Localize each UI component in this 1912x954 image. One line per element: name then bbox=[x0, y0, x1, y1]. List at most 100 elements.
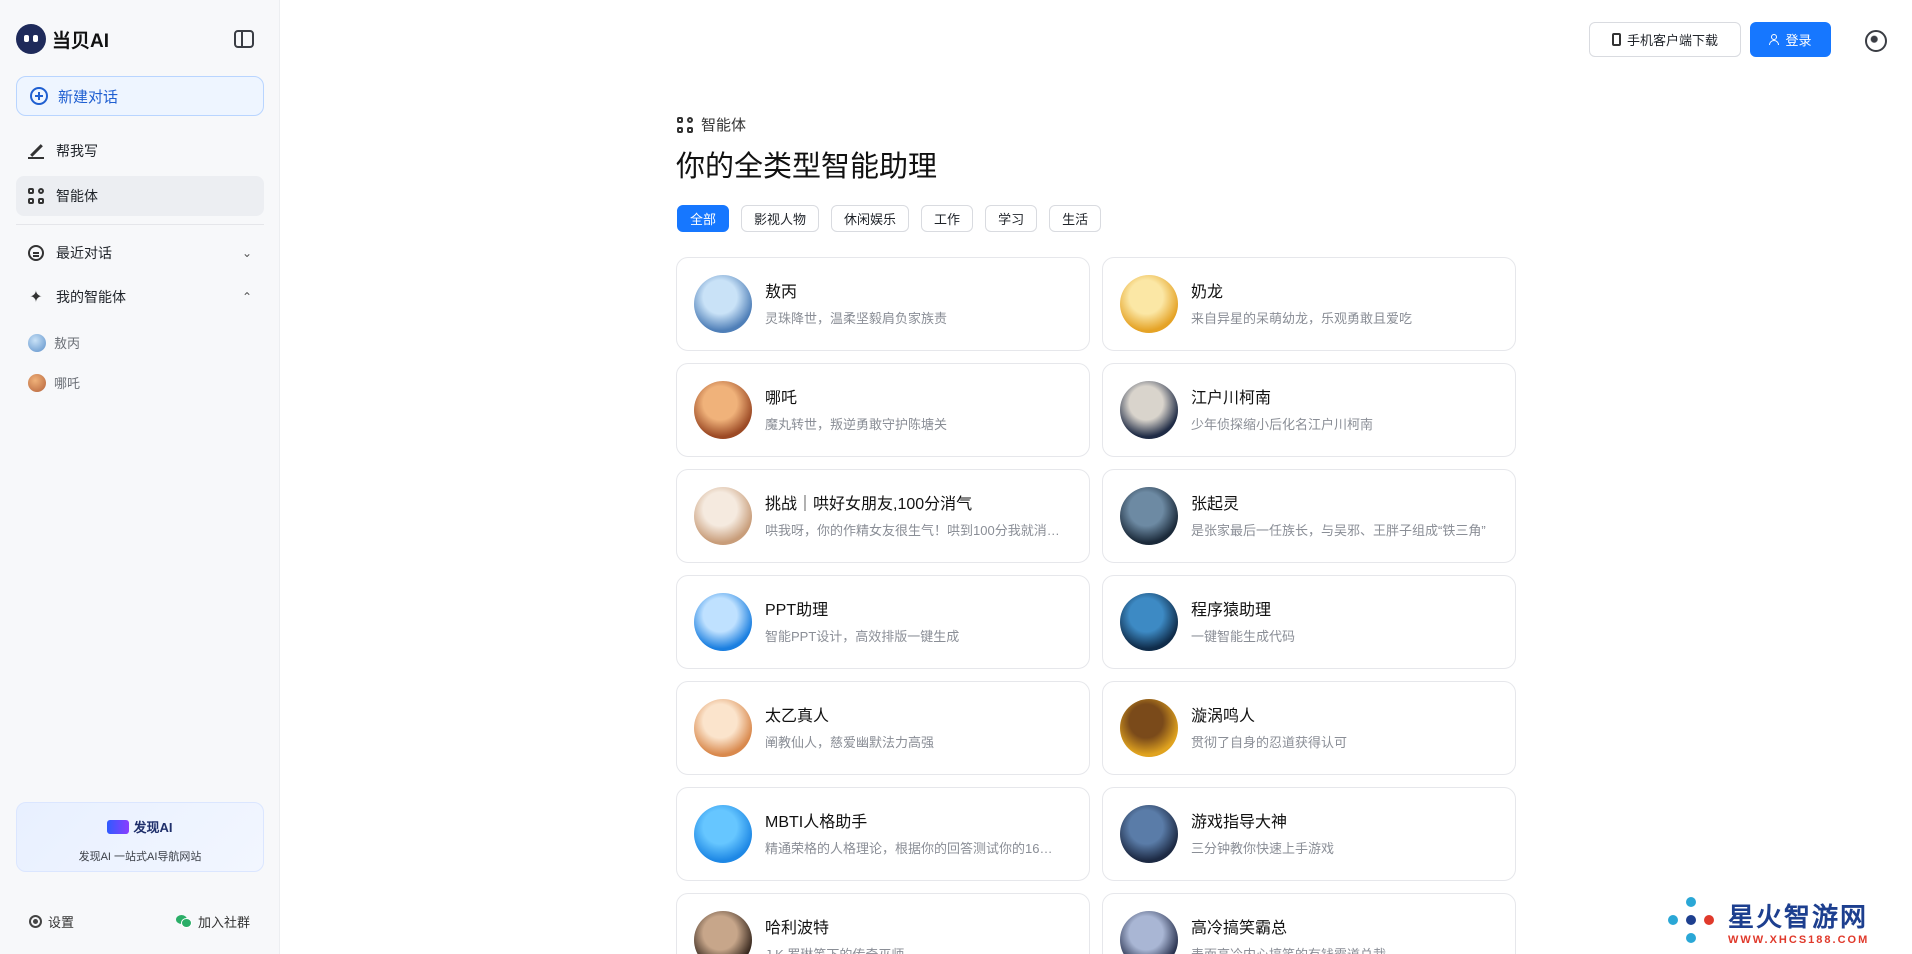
chevron-up-icon: ⌃ bbox=[241, 290, 252, 304]
agent-name: 江户川柯南 bbox=[1191, 390, 1272, 407]
avatar bbox=[1120, 593, 1178, 651]
agent-card[interactable]: 哪吒魔丸转世，叛逆勇敢守护陈塘关 bbox=[676, 363, 1090, 457]
agent-description: 表面高冷内心搞笑的有钱霸道总裁 bbox=[1191, 944, 1491, 954]
agent-name: 哈利波特 bbox=[765, 920, 830, 937]
agent-description: 贯彻了自身的忍道获得认可 bbox=[1191, 735, 1348, 750]
my-agent-item[interactable]: 敖丙 bbox=[28, 333, 80, 352]
avatar bbox=[1120, 275, 1178, 333]
gear-icon bbox=[29, 915, 42, 928]
sidebar-item-label: 最近对话 bbox=[56, 245, 112, 261]
agent-description: 来自异星的呆萌幼龙，乐观勇敢且爱吃 bbox=[1191, 311, 1413, 326]
sidebar-item-my-agents[interactable]: ✦ 我的智能体 ⌃ bbox=[16, 277, 264, 317]
avatar bbox=[28, 373, 46, 392]
tab-category[interactable]: 全部 bbox=[677, 205, 730, 232]
agent-description: 少年侦探缩小后化名江户川柯南 bbox=[1191, 417, 1374, 432]
page-title: 你的全类型智能助理 bbox=[676, 151, 938, 183]
agent-card[interactable]: PPT助理 智能PPT设计，高效排版一键生成 bbox=[676, 575, 1090, 669]
agent-description: 魔丸转世，叛逆勇敢守护陈塘关 bbox=[765, 417, 948, 432]
login-label: 登录 bbox=[1785, 33, 1812, 48]
login-button[interactable]: 登录 bbox=[1750, 22, 1831, 57]
agent-description: 精通荣格的人格理论，根据你的回答测试你的16型人格 bbox=[765, 841, 1065, 856]
agent-name: 程序猿助理 bbox=[1191, 602, 1272, 619]
join-community-link[interactable]: 加入社群 bbox=[176, 912, 250, 931]
sidebar-item-write[interactable]: 帮我写 bbox=[16, 131, 264, 171]
agent-name: 游戏指导大神 bbox=[1191, 814, 1288, 831]
my-agent-label: 哪吒 bbox=[54, 376, 81, 391]
kicker-label: 智能体 bbox=[701, 117, 747, 134]
avatar bbox=[1120, 805, 1178, 863]
agent-card[interactable]: 挑战｜哄好女朋友,100分消气 哄我呀，你的作精女友很生气！哄到100分我就消气了 bbox=[676, 469, 1090, 563]
watermark-title: 星火智游网 bbox=[1728, 901, 1869, 932]
agent-name: 漩涡鸣人 bbox=[1191, 708, 1256, 725]
agent-description: 灵珠降世，温柔坚毅肩负家族责 bbox=[765, 311, 948, 326]
download-label: 手机客户端下载 bbox=[1626, 33, 1718, 48]
community-label: 加入社群 bbox=[198, 915, 251, 930]
apps-grid-icon bbox=[28, 188, 44, 204]
agent-card[interactable]: 太乙真人 阐教仙人，慈爱幽默法力高强 bbox=[676, 681, 1090, 775]
agent-card[interactable]: 漩涡鸣人贯彻了自身的忍道获得认可 bbox=[1102, 681, 1516, 775]
agent-description: 三分钟教你快速上手游戏 bbox=[1191, 841, 1335, 856]
promo-logo-text: 发现AI bbox=[133, 820, 173, 835]
agent-card[interactable]: 高冷搞笑霸总表面高冷内心搞笑的有钱霸道总裁 bbox=[1102, 893, 1516, 954]
agent-name: 敖丙 bbox=[765, 284, 798, 301]
phone-icon bbox=[1611, 33, 1621, 46]
avatar bbox=[694, 593, 752, 651]
user-icon bbox=[1769, 34, 1780, 45]
brand-logo-icon bbox=[16, 24, 46, 54]
agent-name: 太乙真人 bbox=[765, 708, 830, 725]
new-chat-label: 新建对话 bbox=[58, 88, 119, 106]
sidebar-collapse-icon[interactable] bbox=[234, 30, 254, 48]
agent-name: 挑战｜哄好女朋友,100分消气 bbox=[765, 496, 973, 513]
avatar bbox=[694, 275, 752, 333]
avatar bbox=[1120, 699, 1178, 757]
agent-card[interactable]: MBTI人格助手 精通荣格的人格理论，根据你的回答测试你的16型人格 bbox=[676, 787, 1090, 881]
avatar bbox=[1120, 487, 1178, 545]
promo-logo-icon bbox=[107, 819, 130, 834]
promo-logo: 发现AI bbox=[107, 817, 173, 836]
chat-plus-icon bbox=[30, 87, 48, 105]
avatar bbox=[28, 333, 46, 352]
avatar bbox=[1120, 911, 1178, 954]
sidebar-item-label: 我的智能体 bbox=[56, 289, 126, 305]
my-agent-label: 敖丙 bbox=[54, 336, 81, 351]
agent-name: 奶龙 bbox=[1191, 284, 1224, 301]
agent-card[interactable]: 游戏指导大神三分钟教你快速上手游戏 bbox=[1102, 787, 1516, 881]
pen-icon bbox=[28, 143, 44, 159]
watermark-logo-icon bbox=[1664, 893, 1720, 949]
sidebar-item-agents[interactable]: 智能体 bbox=[16, 176, 264, 216]
agent-card[interactable]: 江户川柯南少年侦探缩小后化名江户川柯南 bbox=[1102, 363, 1516, 457]
download-app-button[interactable]: 手机客户端下载 bbox=[1589, 22, 1741, 57]
avatar bbox=[694, 699, 752, 757]
brand[interactable]: 当贝AI bbox=[16, 24, 109, 54]
agent-card[interactable]: 哈利波特 J.K.罗琳笔下的传奇巫师 bbox=[676, 893, 1090, 954]
tab-category[interactable]: 工作 bbox=[921, 205, 974, 232]
watermark-url: WWW.XHCS188.COM bbox=[1728, 933, 1870, 946]
agent-card[interactable]: 敖丙灵珠降世，温柔坚毅肩负家族责 bbox=[676, 257, 1090, 351]
agent-card[interactable]: 奶龙来自异星的呆萌幼龙，乐观勇敢且爱吃 bbox=[1102, 257, 1516, 351]
avatar bbox=[694, 487, 752, 545]
tab-category[interactable]: 生活 bbox=[1049, 205, 1102, 232]
agent-name: 高冷搞笑霸总 bbox=[1191, 920, 1288, 937]
language-globe-icon[interactable] bbox=[1865, 30, 1887, 52]
agent-card[interactable]: 张起灵 是张家最后一任族长，与吴邪、王胖子组成“铁三角” bbox=[1102, 469, 1516, 563]
agent-name: 张起灵 bbox=[1191, 496, 1240, 513]
tab-category[interactable]: 学习 bbox=[985, 205, 1038, 232]
new-chat-button[interactable]: 新建对话 bbox=[16, 76, 264, 116]
sidebar-item-recent[interactable]: 最近对话 ⌄ bbox=[16, 233, 264, 273]
agent-name: PPT助理 bbox=[765, 602, 829, 619]
agent-name: 哪吒 bbox=[765, 390, 798, 407]
sidebar-item-label: 智能体 bbox=[56, 188, 98, 204]
tab-category[interactable]: 休闲娱乐 bbox=[831, 205, 910, 232]
avatar bbox=[694, 911, 752, 954]
sidebar: 当贝AI 新建对话 帮我写 智能体 最近对话 ⌄ ✦ 我的智能体 ⌃ 敖丙 哪吒… bbox=[0, 0, 280, 954]
tab-category[interactable]: 影视人物 bbox=[741, 205, 820, 232]
agent-description: 一键智能生成代码 bbox=[1191, 629, 1296, 644]
settings-link[interactable]: 设置 bbox=[29, 912, 74, 931]
wechat-icon bbox=[176, 915, 192, 928]
agent-card[interactable]: 程序猿助理一键智能生成代码 bbox=[1102, 575, 1516, 669]
sidebar-divider bbox=[16, 224, 264, 225]
my-agent-item[interactable]: 哪吒 bbox=[28, 373, 80, 392]
promo-tagline: 发现AI 一站式AI导航网站 bbox=[78, 850, 202, 863]
watermark: 星火智游网 WWW.XHCS188.COM bbox=[1664, 893, 1869, 949]
promo-banner[interactable]: 发现AI 发现AI 一站式AI导航网站 bbox=[16, 802, 264, 872]
